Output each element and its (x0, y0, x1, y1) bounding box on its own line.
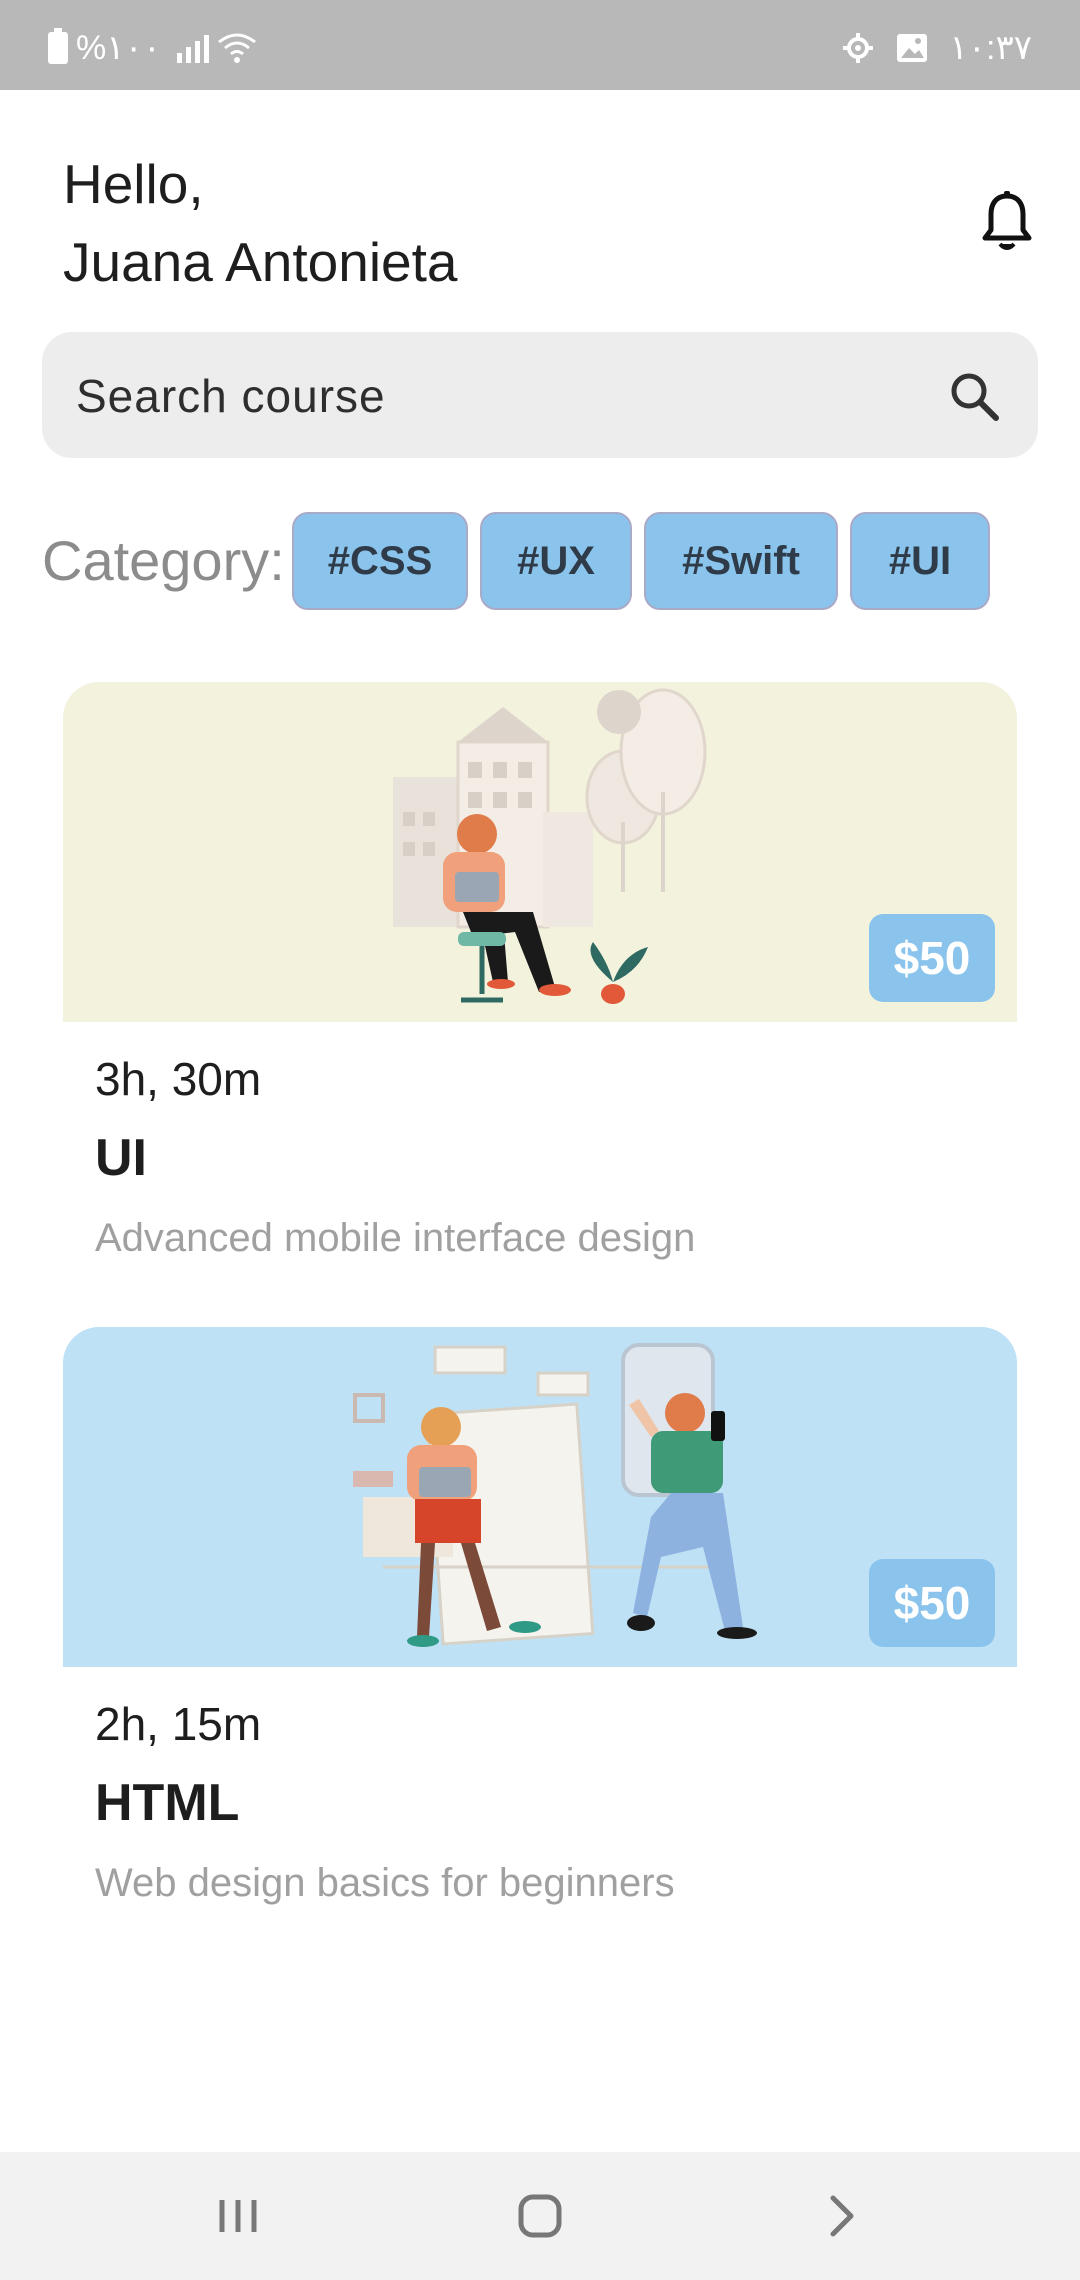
course-description: Web design basics for beginners (95, 1861, 675, 1905)
battery-level: %۱۰۰ (76, 29, 162, 67)
signal-icon (177, 33, 210, 63)
back-button[interactable] (762, 2152, 922, 2280)
chip-swift[interactable]: #Swift (644, 512, 838, 610)
home-icon (518, 2194, 562, 2238)
back-icon (830, 2195, 854, 2237)
settings-gear-icon (842, 33, 873, 63)
gallery-icon (896, 34, 927, 62)
course-image: $50 (63, 682, 1017, 1022)
recent-apps-icon (219, 2200, 257, 2232)
course-image: $50 (63, 1327, 1017, 1667)
category-label: Category: (42, 529, 285, 592)
search-bar[interactable] (42, 332, 1038, 460)
chip-ui[interactable]: #UI (850, 512, 990, 610)
status-right: ۱۰:۳۷ (842, 28, 1033, 68)
greeting: Hello, Juana Antonieta (63, 145, 458, 301)
course-title: UI (95, 1129, 147, 1187)
course-card-ui[interactable]: $50 3h, 30m UI Advanced mobile interface… (63, 682, 1017, 1261)
course-card-html[interactable]: $50 2h, 15m HTML Web design basics for b… (63, 1327, 1017, 1906)
category-chips: #CSS #UX #Swift #UI (292, 512, 990, 610)
clock: ۱۰:۳۷ (949, 29, 1033, 67)
price-badge: $50 (869, 914, 995, 1002)
course-description: Advanced mobile interface design (95, 1216, 696, 1260)
system-nav-bar (0, 2152, 1080, 2280)
user-name: Juana Antonieta (63, 231, 458, 293)
status-left: %۱۰۰ (48, 28, 257, 68)
search-input[interactable] (74, 332, 918, 460)
wifi-icon (218, 33, 256, 63)
notification-bell-icon[interactable] (980, 190, 1034, 254)
price-badge: $50 (869, 1559, 995, 1647)
greeting-text: Hello, (63, 153, 204, 215)
course-duration: 2h, 15m (95, 1698, 262, 1750)
search-icon[interactable] (948, 370, 1000, 422)
battery-icon (48, 28, 68, 64)
chip-ux[interactable]: #UX (480, 512, 632, 610)
chip-css[interactable]: #CSS (292, 512, 468, 610)
home-button[interactable] (460, 2152, 620, 2280)
status-bar: %۱۰۰ ۱۰:۳۷ (0, 0, 1080, 90)
course-title: HTML (95, 1774, 240, 1832)
course-duration: 3h, 30m (95, 1053, 262, 1105)
recent-apps-button[interactable] (158, 2152, 318, 2280)
